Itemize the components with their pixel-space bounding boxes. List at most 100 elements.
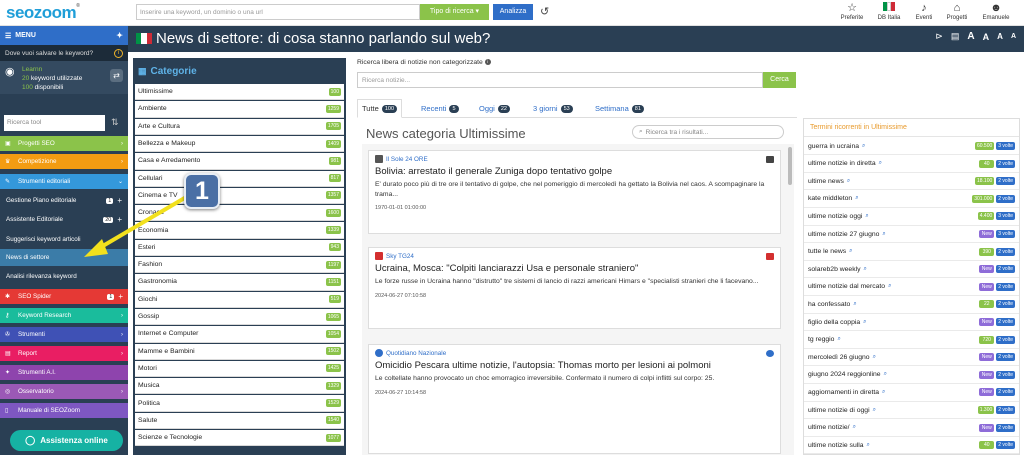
term-text[interactable]: kate middleton (808, 195, 852, 202)
nav-report[interactable]: ▤ Report › (0, 346, 128, 361)
category-item[interactable]: Economia 1339 (135, 222, 344, 239)
news-source[interactable]: Il Sole 24 ORE (375, 155, 774, 163)
category-item[interactable]: Cellulari 817 (135, 170, 344, 187)
term-text[interactable]: tutte le news (808, 248, 846, 255)
tab-settimana[interactable]: Settimana 81 (591, 99, 648, 118)
search-icon[interactable]: ⌕ (865, 213, 868, 220)
nav-strumenti-ai[interactable]: ✦ Strumenti A.I. (0, 365, 128, 380)
sub-news-di-settore[interactable]: News di settore (0, 249, 128, 266)
term-row[interactable]: guerra in ucraina ⌕ 60.500 3 volte (804, 138, 1019, 156)
nav-seo-spider[interactable]: ✱ SEO Spider 1 + (0, 289, 128, 304)
search-icon[interactable]: ⌕ (862, 143, 865, 150)
tab-tutte[interactable]: Tutte 100 (357, 99, 403, 118)
news-source[interactable]: Quotidiano Nazionale (375, 349, 774, 357)
term-text[interactable]: mercoledì 26 giugno (808, 354, 870, 361)
swap-icon[interactable]: ⇄ (110, 69, 123, 82)
term-row[interactable]: ultime notizie di oggi ⌕ 1.300 2 volte (804, 402, 1019, 420)
term-text[interactable]: figlio della coppia (808, 319, 860, 326)
info-icon[interactable]: i (484, 59, 491, 66)
search-icon[interactable]: ⌕ (853, 301, 856, 308)
analyze-button[interactable]: Analizza (493, 4, 533, 20)
news-headline[interactable]: Omicidio Pescara ultime notizie, l'autop… (375, 360, 774, 372)
tool-search-input[interactable]: Ricerca tool (4, 115, 105, 131)
seozoom-logo[interactable]: seozoom® (6, 3, 80, 23)
term-text[interactable]: ultime notizie in diretta (808, 160, 876, 167)
search-icon[interactable]: ⌕ (873, 407, 876, 414)
play-icon[interactable]: ⊳ (935, 31, 943, 42)
category-item[interactable]: Internet e Computer 1054 (135, 326, 344, 343)
term-row[interactable]: figlio della coppia ⌕ New 2 volte (804, 314, 1019, 332)
term-text[interactable]: aggiornamenti in diretta (808, 389, 879, 396)
search-icon[interactable]: ⌕ (847, 178, 850, 185)
term-row[interactable]: tg reggio ⌕ 720 2 volte (804, 332, 1019, 349)
category-item[interactable]: Bellezza e Makeup 1409 (135, 135, 344, 153)
category-item[interactable]: Salute 1540 (135, 412, 344, 430)
news-results-search[interactable]: ⌕ Ricerca tra i risultati... (632, 125, 784, 139)
category-item[interactable]: Giochi 519 (135, 291, 344, 308)
category-item[interactable]: Esteri 943 (135, 239, 344, 257)
news-source[interactable]: Sky TG24 (375, 252, 774, 260)
nav-keyword-research[interactable]: ⚷ Keyword Research › (0, 308, 128, 323)
category-item[interactable]: Cinema e TV 1357 (135, 187, 344, 205)
term-row[interactable]: ultime notizie dal mercato ⌕ New 2 volte (804, 279, 1019, 296)
category-item[interactable]: Politica 1529 (135, 395, 344, 412)
term-text[interactable]: ultime news (808, 178, 844, 185)
nav-strumenti[interactable]: ✇ Strumenti › (0, 327, 128, 342)
term-row[interactable]: ultime notizie oggi ⌕ 4.400 3 volte (804, 208, 1019, 226)
term-text[interactable]: ultime notizie dal mercato (808, 283, 885, 290)
category-item[interactable]: Casa e Arredamento 981 (135, 153, 344, 170)
term-row[interactable]: ultime news ⌕ 18.100 2 volte (804, 173, 1019, 191)
search-icon[interactable]: ⌕ (882, 231, 885, 238)
search-icon[interactable]: ⌕ (849, 248, 852, 255)
term-text[interactable]: tg reggio (808, 336, 834, 343)
search-icon[interactable]: ⌕ (884, 371, 887, 378)
sub-suggerisci-keyword[interactable]: Suggerisci keyword articoli (0, 231, 128, 248)
search-icon[interactable]: ⌕ (867, 442, 870, 449)
sub-analisi-rilevanza[interactable]: Analisi rilevanza keyword (0, 268, 128, 285)
category-item[interactable]: Scienze e Tecnologie 1077 (135, 430, 344, 447)
term-text[interactable]: ha confessato (808, 301, 850, 308)
term-row[interactable]: solareb2b weekly ⌕ New 2 volte (804, 261, 1019, 279)
term-text[interactable]: giugno 2024 reggionline (808, 371, 881, 378)
db-italia-button[interactable]: DB Italia (869, 2, 909, 21)
search-icon[interactable]: ⌕ (882, 389, 885, 396)
sub-gestione-piano[interactable]: Gestione Piano editoriale 1 + (0, 192, 128, 209)
pin-icon[interactable]: ✦ (116, 31, 123, 40)
news-card[interactable]: Quotidiano Nazionale Omicidio Pescara ul… (368, 344, 781, 454)
info-icon[interactable]: i (114, 48, 123, 58)
search-icon[interactable]: ⌕ (873, 354, 876, 361)
nav-competizione[interactable]: ♛ Competizione › (0, 154, 128, 169)
category-item[interactable]: Arte e Cultura 1705 (135, 118, 344, 135)
search-icon[interactable]: ⌕ (864, 266, 867, 273)
term-text[interactable]: ultime notizie oggi (808, 213, 862, 220)
term-row[interactable]: aggiornamenti in diretta ⌕ New 2 volte (804, 384, 1019, 402)
term-row[interactable]: ultime notizie sulla ⌕ 40 2 volte (804, 437, 1019, 454)
font-size-medium[interactable]: A (983, 32, 990, 42)
term-row[interactable]: ultime notizie in diretta ⌕ 40 2 volte (804, 156, 1019, 173)
search-icon[interactable]: ⌕ (888, 283, 891, 290)
font-size-large[interactable]: A (967, 31, 974, 42)
term-text[interactable]: guerra in ucraina (808, 143, 859, 150)
category-item[interactable]: Cronaca 1600 (135, 205, 344, 222)
nav-strumenti-editoriali[interactable]: ✎ Strumenti editoriali ⌄ (0, 174, 128, 189)
search-news-button[interactable]: Cerca (763, 72, 796, 88)
category-item[interactable]: Gossip 1065 (135, 308, 344, 326)
term-row[interactable]: tutte le news ⌕ 390 2 volte (804, 244, 1019, 261)
nav-osservatorio[interactable]: ◎ Osservatorio › (0, 384, 128, 399)
assistance-button[interactable]: ◯ Assistenza online (10, 430, 123, 451)
term-row[interactable]: ha confessato ⌕ 22 2 volte (804, 296, 1019, 314)
term-row[interactable]: giugno 2024 reggionline ⌕ New 2 volte (804, 367, 1019, 384)
category-item[interactable]: Motori 1425 (135, 360, 344, 378)
term-text[interactable]: ultime notizie di oggi (808, 407, 870, 414)
category-item[interactable]: Ambiente 1259 (135, 101, 344, 118)
news-scrollbar[interactable] (788, 147, 792, 185)
term-row[interactable]: ultime notizie/⌕ New 2 volte (804, 420, 1019, 437)
term-text[interactable]: ultime notizie sulla (808, 442, 864, 449)
term-text[interactable]: ultime notizie/ (808, 424, 850, 431)
news-headline[interactable]: Bolivia: arrestato il generale Zuniga do… (375, 166, 774, 178)
tab-oggi[interactable]: Oggi 22 (475, 99, 514, 118)
nav-manuale[interactable]: ▯ Manuale di SEOZoom (0, 403, 128, 418)
news-card[interactable]: Sky TG24 Ucraina, Mosca: "Colpiti lancia… (368, 247, 781, 329)
favorites-button[interactable]: ☆ Preferite (832, 2, 872, 21)
nav-progetti-seo[interactable]: ▣ Progetti SEO › (0, 136, 128, 151)
